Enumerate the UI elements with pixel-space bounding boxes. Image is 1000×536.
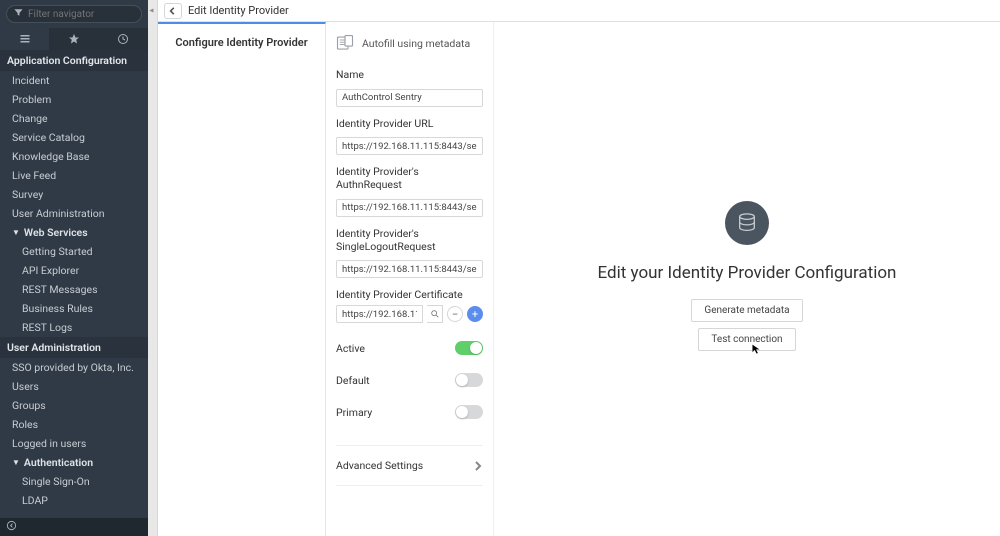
nav-tab-all[interactable] [0,28,49,50]
nav-tab-history[interactable] [99,28,148,50]
active-label: Active [336,342,365,355]
nav-item-service-catalog[interactable]: Service Catalog [0,128,148,147]
idp-url-label: Identity Provider URL [336,117,483,130]
nav-header-app-config[interactable]: Application Configuration [0,50,148,71]
nav-item-survey[interactable]: Survey [0,185,148,204]
advanced-settings-label: Advanced Settings [336,459,423,472]
authn-label: Identity Provider's AuthnRequest [336,165,483,191]
nav-tab-favorites[interactable] [49,28,98,50]
default-toggle[interactable] [455,373,483,387]
nav-item-sso-okta[interactable]: SSO provided by Okta, Inc. [0,358,148,377]
collapse-icon[interactable] [6,520,17,534]
nav-item-user-administration-link[interactable]: User Administration [0,204,148,223]
nav-item-business-rules[interactable]: Business Rules [0,299,148,318]
nav-item-logged-in-users[interactable]: Logged in users [0,434,148,453]
name-label: Name [336,68,483,81]
nav-scroll[interactable]: Application Configuration Incident Probl… [0,50,148,518]
authn-input[interactable] [336,199,483,217]
nav-item-sso[interactable]: Single Sign-On [0,472,148,491]
config-panel: Configure Identity Provider [158,22,326,536]
slo-label: Identity Provider's SingleLogoutRequest [336,227,483,253]
chevron-right-icon [473,456,483,475]
caret-down-icon: ▼ [12,228,20,237]
primary-label: Primary [336,406,372,419]
filter-icon [13,7,24,21]
default-label: Default [336,374,370,387]
filter-navigator-input[interactable] [28,9,161,20]
nav-item-rest-messages[interactable]: REST Messages [0,280,148,299]
autofill-link[interactable]: Autofill using metadata [362,37,470,50]
main-header: Edit Identity Provider [158,0,1000,22]
advanced-settings-row[interactable]: Advanced Settings [336,445,483,486]
nav-header-user-admin[interactable]: User Administration [0,337,148,358]
sidebar-bottom-bar [0,518,148,536]
nav-item-api-explorer[interactable]: API Explorer [0,261,148,280]
sidebar: Application Configuration Incident Probl… [0,0,148,536]
name-input[interactable] [336,89,483,107]
nav-item-users[interactable]: Users [0,377,148,396]
page-title: Edit Identity Provider [188,4,289,17]
cert-add-button[interactable]: + [467,306,483,322]
database-icon [725,201,769,245]
form-panel: Autofill using metadata Name Identity Pr… [326,22,494,536]
cert-label: Identity Provider Certificate [336,288,483,301]
collapse-gutter[interactable] [148,0,158,536]
primary-toggle[interactable] [455,405,483,419]
nav-sub-web-services[interactable]: ▼Web Services [0,223,148,242]
nav-item-groups[interactable]: Groups [0,396,148,415]
nav-sub-authentication[interactable]: ▼Authentication [0,453,148,472]
nav-item-ldap[interactable]: LDAP [0,491,148,510]
active-toggle[interactable] [455,341,483,355]
nav-item-knowledge-base[interactable]: Knowledge Base [0,147,148,166]
edit-area: Edit your Identity Provider Configuratio… [494,22,1000,536]
nav-item-roles[interactable]: Roles [0,415,148,434]
slo-input[interactable] [336,260,483,278]
cert-lookup-button[interactable] [427,305,443,323]
cert-input[interactable] [336,305,423,323]
cert-remove-button[interactable]: − [447,306,463,322]
test-connection-button[interactable]: Test connection [698,328,795,351]
edit-area-title: Edit your Identity Provider Configuratio… [598,263,897,283]
nav-item-incident[interactable]: Incident [0,71,148,90]
config-panel-title: Configure Identity Provider [158,24,325,61]
nav-item-change[interactable]: Change [0,109,148,128]
idp-url-input[interactable] [336,137,483,155]
caret-down-icon: ▼ [12,458,20,467]
nav-item-rest-logs[interactable]: REST Logs [0,318,148,337]
back-button[interactable] [164,3,182,19]
nav-item-getting-started[interactable]: Getting Started [0,242,148,261]
metadata-icon [336,34,354,52]
filter-navigator-wrap[interactable] [6,5,142,23]
nav-item-problem[interactable]: Problem [0,90,148,109]
nav-item-live-feed[interactable]: Live Feed [0,166,148,185]
generate-metadata-button[interactable]: Generate metadata [691,299,802,322]
